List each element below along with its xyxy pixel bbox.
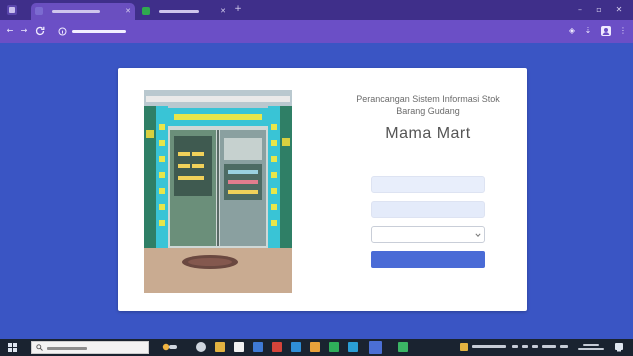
login-card: Perancangan Sistem Informasi Stok Barang… <box>118 68 527 311</box>
browser-menu-icon[interactable] <box>6 4 18 16</box>
notifications-icon[interactable] <box>614 342 624 352</box>
tab-label <box>52 10 101 13</box>
forward-icon[interactable]: → <box>18 25 30 37</box>
brand-name: Mama Mart <box>385 125 471 142</box>
profile-icon[interactable] <box>600 25 612 37</box>
app-title: Perancangan Sistem Informasi Stok Barang… <box>356 94 500 116</box>
browser-toolbar: ← → ◈ ⇣ ⋮ <box>0 20 633 43</box>
tab-favicon-icon <box>35 7 43 15</box>
username-input[interactable] <box>371 176 485 193</box>
store-icon[interactable] <box>234 342 244 352</box>
office-icon[interactable] <box>272 342 282 352</box>
address-bar[interactable] <box>54 24 554 39</box>
maximize-icon[interactable]: ▫ <box>592 3 606 16</box>
downloads-icon[interactable]: ⇣ <box>582 25 594 37</box>
chevron-up-icon[interactable] <box>512 345 518 348</box>
battery-icon[interactable] <box>560 345 568 348</box>
tab-label <box>159 10 200 13</box>
tab-login[interactable]: ✕ <box>31 3 135 20</box>
chevron-down-icon <box>475 233 481 237</box>
task-view-icon[interactable] <box>196 342 206 352</box>
close-tab-icon[interactable]: ✕ <box>220 7 226 15</box>
taskbar-search[interactable] <box>31 341 149 354</box>
minimize-icon[interactable]: – <box>573 3 587 16</box>
terminal-icon[interactable] <box>398 342 408 352</box>
weather-widget-icon[interactable] <box>160 342 178 352</box>
tray-weather-icon[interactable] <box>460 343 468 351</box>
tab-favicon-icon <box>142 7 150 15</box>
language-indicator[interactable] <box>542 345 556 348</box>
back-icon[interactable]: ← <box>4 25 16 37</box>
login-button[interactable] <box>371 251 485 268</box>
search-icon <box>36 344 43 351</box>
network-icon[interactable] <box>522 345 528 348</box>
close-tab-icon[interactable]: ✕ <box>125 7 131 15</box>
taskbar-search-placeholder <box>47 347 87 350</box>
site-info-icon[interactable] <box>58 27 67 36</box>
windows-start-icon[interactable] <box>8 343 17 352</box>
tab-dashboard[interactable]: ✕ <box>138 3 230 20</box>
chrome-icon[interactable] <box>329 342 339 352</box>
edge-icon[interactable] <box>348 342 358 352</box>
browser-tab-strip: ✕ ✕ + – ▫ ✕ <box>0 0 633 20</box>
vscode-icon[interactable] <box>291 342 301 352</box>
system-clock[interactable] <box>574 342 608 354</box>
role-select[interactable] <box>371 226 485 243</box>
xampp-icon[interactable] <box>310 342 320 352</box>
store-front-photo <box>144 90 292 293</box>
password-input[interactable] <box>371 201 485 218</box>
active-browser-icon[interactable] <box>369 341 382 354</box>
mail-icon[interactable] <box>253 342 263 352</box>
tray-weather-text <box>472 345 506 348</box>
extensions-icon[interactable]: ◈ <box>566 25 578 37</box>
reload-icon[interactable] <box>34 25 46 37</box>
volume-icon[interactable] <box>532 345 538 348</box>
more-icon[interactable]: ⋮ <box>617 25 629 37</box>
windows-taskbar <box>0 339 633 356</box>
close-window-icon[interactable]: ✕ <box>612 3 626 16</box>
file-explorer-icon[interactable] <box>215 342 225 352</box>
address-url <box>72 30 126 33</box>
new-tab-icon[interactable]: + <box>232 3 244 16</box>
